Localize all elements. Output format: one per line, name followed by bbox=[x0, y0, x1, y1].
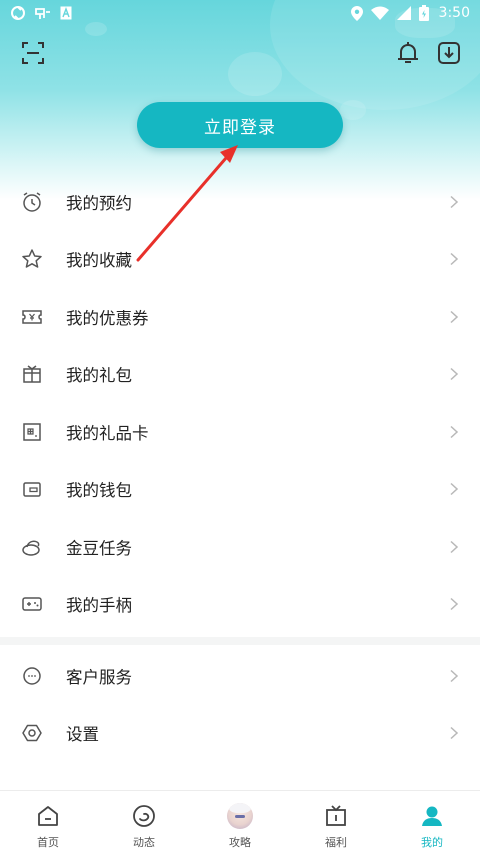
menu-item-label: 我的收藏 bbox=[66, 251, 132, 271]
menu-item-wallet[interactable]: 我的钱包 bbox=[0, 461, 480, 519]
menu-list: 我的预约 我的收藏 我的优惠券 我的礼包 我的礼品卡 我的钱包 金豆任务 我的手… bbox=[0, 173, 480, 762]
tab-label: 福利 bbox=[325, 836, 347, 849]
tv-gift-icon bbox=[323, 803, 349, 829]
sync-icon bbox=[10, 5, 26, 21]
gift-icon bbox=[20, 362, 44, 386]
hero-decoration bbox=[340, 100, 366, 120]
download-icon[interactable] bbox=[436, 40, 462, 66]
menu-item-coupons[interactable]: 我的优惠券 bbox=[0, 288, 480, 346]
menu-item-settings[interactable]: 设置 bbox=[0, 705, 480, 763]
tab-guides[interactable]: 攻略 bbox=[192, 791, 288, 854]
menu-item-favorites[interactable]: 我的收藏 bbox=[0, 231, 480, 289]
menu-item-label: 我的预约 bbox=[66, 193, 132, 213]
chevron-right-icon bbox=[450, 368, 458, 381]
chevron-right-icon bbox=[450, 310, 458, 323]
chevron-right-icon bbox=[450, 669, 458, 682]
login-button[interactable]: 立即登录 bbox=[137, 102, 343, 148]
location-icon bbox=[350, 5, 363, 21]
gamepad-icon bbox=[20, 592, 44, 616]
hero-decoration bbox=[228, 52, 282, 96]
bean-icon bbox=[20, 535, 44, 559]
bottom-tab-bar: 首页 动态 攻略 福利 我的 bbox=[0, 790, 480, 854]
menu-item-label: 金豆任务 bbox=[66, 538, 132, 558]
menu-item-gamepad[interactable]: 我的手柄 bbox=[0, 576, 480, 634]
tab-welfare[interactable]: 福利 bbox=[288, 791, 384, 854]
menu-item-label: 设置 bbox=[66, 725, 99, 745]
signal-icon bbox=[396, 6, 411, 20]
hero-background bbox=[0, 0, 480, 200]
user-icon bbox=[419, 803, 445, 829]
tab-mine[interactable]: 我的 bbox=[384, 791, 480, 854]
settings-icon bbox=[20, 721, 44, 745]
menu-item-customer-service[interactable]: 客户服务 bbox=[0, 647, 480, 705]
menu-item-label: 我的手柄 bbox=[66, 596, 132, 616]
battery-icon bbox=[418, 5, 429, 21]
menu-item-label: 我的钱包 bbox=[66, 481, 132, 501]
chevron-right-icon bbox=[450, 483, 458, 496]
tab-label: 首页 bbox=[37, 836, 59, 849]
status-bar: 3:50 bbox=[0, 0, 480, 26]
home-icon bbox=[35, 803, 61, 829]
menu-item-label: 我的礼品卡 bbox=[66, 423, 149, 443]
chevron-right-icon bbox=[450, 425, 458, 438]
tab-home[interactable]: 首页 bbox=[0, 791, 96, 854]
wifi-icon bbox=[370, 6, 389, 20]
coupon-icon bbox=[20, 305, 44, 329]
status-left bbox=[10, 5, 72, 21]
chevron-right-icon bbox=[450, 195, 458, 208]
tab-label: 攻略 bbox=[229, 836, 251, 849]
font-icon bbox=[60, 6, 72, 20]
menu-item-label: 我的优惠券 bbox=[66, 308, 149, 328]
menu-item-label: 客户服务 bbox=[66, 667, 132, 687]
chevron-right-icon bbox=[450, 727, 458, 740]
status-right: 3:50 bbox=[350, 5, 470, 21]
menu-item-bean-tasks[interactable]: 金豆任务 bbox=[0, 518, 480, 576]
chevron-right-icon bbox=[450, 253, 458, 266]
activity-icon bbox=[131, 803, 157, 829]
avatar-icon bbox=[227, 803, 253, 829]
star-icon bbox=[20, 247, 44, 271]
menu-item-gift-packs[interactable]: 我的礼包 bbox=[0, 346, 480, 404]
scan-icon[interactable] bbox=[20, 40, 46, 66]
chevron-right-icon bbox=[450, 540, 458, 553]
tab-label: 动态 bbox=[133, 836, 155, 849]
section-divider bbox=[0, 637, 480, 645]
app-notification-icon bbox=[34, 5, 52, 21]
gift-card-icon bbox=[20, 420, 44, 444]
menu-item-label: 我的礼包 bbox=[66, 366, 132, 386]
tab-activity[interactable]: 动态 bbox=[96, 791, 192, 854]
menu-item-gift-cards[interactable]: 我的礼品卡 bbox=[0, 403, 480, 461]
status-time: 3:50 bbox=[438, 5, 470, 21]
customer-service-icon bbox=[20, 664, 44, 688]
menu-item-reservations[interactable]: 我的预约 bbox=[0, 173, 480, 231]
bell-icon[interactable] bbox=[395, 40, 421, 66]
tab-label: 我的 bbox=[421, 836, 443, 849]
chevron-right-icon bbox=[450, 598, 458, 611]
alarm-clock-icon bbox=[20, 190, 44, 214]
wallet-icon bbox=[20, 477, 44, 501]
